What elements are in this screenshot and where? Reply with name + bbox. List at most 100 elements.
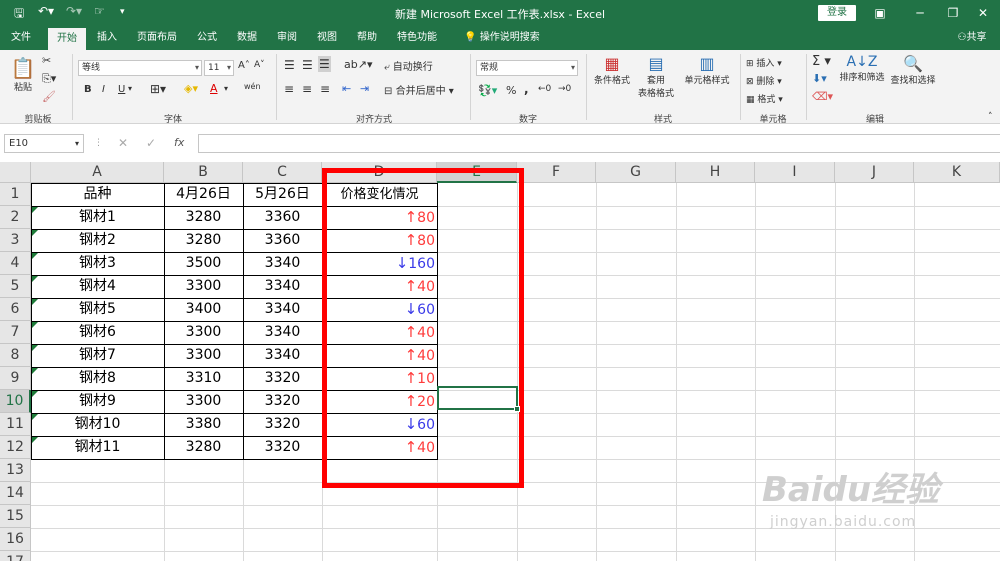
share-button[interactable]: ⚇共享 — [950, 26, 994, 50]
tab-review[interactable]: 审阅 — [270, 26, 304, 50]
increase-decimal-icon[interactable]: ←0 — [538, 84, 551, 94]
grow-font-button[interactable]: A˄ — [238, 60, 250, 71]
cell-apr26[interactable]: 3280 — [164, 229, 243, 252]
header-variety[interactable]: 品种 — [31, 183, 164, 206]
header-may26[interactable]: 5月26日 — [243, 183, 322, 206]
row-header-10[interactable]: 10 — [0, 390, 31, 413]
tab-insert[interactable]: 插入 — [90, 26, 124, 50]
row-header-16[interactable]: 16 — [0, 528, 31, 551]
login-button[interactable]: 登录 — [818, 5, 856, 21]
align-bottom-icon[interactable]: ☰ — [318, 56, 331, 72]
font-size-select[interactable]: 11 ▾ — [204, 60, 234, 76]
cut-icon[interactable]: ✂ — [42, 54, 51, 67]
underline-button[interactable]: U — [118, 84, 125, 95]
cell-apr26[interactable]: 3500 — [164, 252, 243, 275]
collapse-ribbon-icon[interactable]: ˄ — [988, 112, 993, 122]
font-color-button[interactable]: A — [210, 82, 218, 95]
font-name-select[interactable]: 等线 ▾ — [78, 60, 202, 76]
cell-apr26[interactable]: 3300 — [164, 321, 243, 344]
row-header-17[interactable]: 17 — [0, 551, 31, 561]
column-header-f[interactable]: F — [517, 162, 596, 183]
minimize-icon[interactable]: ─ — [905, 3, 935, 23]
cell-variety[interactable]: 钢材5 — [31, 298, 164, 321]
row-header-5[interactable]: 5 — [0, 275, 31, 298]
cell-variety[interactable]: 钢材6 — [31, 321, 164, 344]
formula-input[interactable] — [198, 134, 1000, 153]
cell-apr26[interactable]: 3300 — [164, 275, 243, 298]
restore-icon[interactable]: ❐ — [938, 3, 968, 23]
align-top-icon[interactable]: ☰ — [284, 58, 295, 72]
autosum-icon[interactable]: Σ ▾ — [812, 54, 831, 69]
row-header-11[interactable]: 11 — [0, 413, 31, 436]
column-header-h[interactable]: H — [676, 162, 755, 183]
row-header-15[interactable]: 15 — [0, 505, 31, 528]
column-header-g[interactable]: G — [596, 162, 676, 183]
column-header-i[interactable]: I — [755, 162, 835, 183]
customize-qa-icon[interactable]: ▾ — [120, 7, 125, 17]
save-icon[interactable]: 🖫 — [14, 4, 24, 25]
row-header-9[interactable]: 9 — [0, 367, 31, 390]
column-header-a[interactable]: A — [31, 162, 164, 183]
cell-may26[interactable]: 3340 — [243, 298, 322, 321]
cell-apr26[interactable]: 3380 — [164, 413, 243, 436]
ribbon-display-icon[interactable]: ▣ — [865, 3, 895, 23]
undo-icon[interactable]: ↶▾ — [38, 4, 54, 18]
row-header-13[interactable]: 13 — [0, 459, 31, 482]
delete-cells-button[interactable]: ⊠ 删除 ▾ — [746, 74, 782, 87]
row-header-3[interactable]: 3 — [0, 229, 31, 252]
comma-button[interactable]: , — [524, 82, 529, 96]
row-header-8[interactable]: 8 — [0, 344, 31, 367]
format-cells-button[interactable]: ▦ 格式 ▾ — [746, 92, 783, 105]
row-header-12[interactable]: 12 — [0, 436, 31, 459]
cell-may26[interactable]: 3320 — [243, 367, 322, 390]
phonetic-button[interactable]: wén — [244, 82, 261, 91]
borders-icon[interactable]: ⊞▾ — [150, 82, 166, 96]
row-header-4[interactable]: 4 — [0, 252, 31, 275]
tab-home[interactable]: 开始 — [48, 28, 86, 50]
cell-variety[interactable]: 钢材9 — [31, 390, 164, 413]
column-header-b[interactable]: B — [164, 162, 243, 183]
redo-icon[interactable]: ↷▾ — [66, 4, 82, 18]
row-header-2[interactable]: 2 — [0, 206, 31, 229]
cell-apr26[interactable]: 3280 — [164, 436, 243, 459]
cell-variety[interactable]: 钢材11 — [31, 436, 164, 459]
tab-formulas[interactable]: 公式 — [190, 26, 224, 50]
cell-may26[interactable]: 3360 — [243, 206, 322, 229]
cell-may26[interactable]: 3340 — [243, 344, 322, 367]
cell-variety[interactable]: 钢材2 — [31, 229, 164, 252]
row-header-6[interactable]: 6 — [0, 298, 31, 321]
chevron-down-icon[interactable]: ▾ — [224, 84, 228, 93]
find-select-button[interactable]: 🔍 查找和选择 — [888, 54, 938, 86]
selected-cell-e10[interactable] — [437, 386, 518, 410]
column-header-j[interactable]: J — [835, 162, 914, 183]
fill-handle[interactable] — [514, 406, 520, 412]
insert-cells-button[interactable]: ⊞ 插入 ▾ — [746, 56, 782, 69]
tab-data[interactable]: 数据 — [230, 26, 264, 50]
cell-apr26[interactable]: 3400 — [164, 298, 243, 321]
increase-indent-icon[interactable]: ⇥ — [360, 82, 369, 95]
format-as-table-button[interactable]: ▤ 套用 表格格式 — [634, 54, 678, 99]
tell-me-search[interactable]: 💡 操作说明搜索 — [452, 26, 552, 50]
currency-icon[interactable]: 💱▾ — [478, 84, 497, 97]
cell-variety[interactable]: 钢材4 — [31, 275, 164, 298]
cell-may26[interactable]: 3320 — [243, 413, 322, 436]
number-format-select[interactable]: 常规 ▾ — [476, 60, 578, 76]
fill-color-icon[interactable]: ◈▾ — [184, 82, 198, 95]
touch-mode-icon[interactable]: ☞ — [94, 4, 105, 18]
clear-icon[interactable]: ⌫▾ — [812, 90, 833, 103]
cell-variety[interactable]: 钢材10 — [31, 413, 164, 436]
paste-button[interactable]: 📋 粘贴 — [8, 56, 38, 93]
orientation-icon[interactable]: ab↗▾ — [344, 58, 372, 71]
cell-apr26[interactable]: 3300 — [164, 390, 243, 413]
conditional-format-button[interactable]: ▦ 条件格式 — [590, 54, 634, 86]
align-middle-icon[interactable]: ☰ — [302, 58, 313, 72]
italic-button[interactable]: I — [102, 84, 105, 95]
row-header-1[interactable]: 1 — [0, 183, 31, 206]
bold-button[interactable]: B — [84, 84, 92, 95]
copy-icon[interactable]: ⎘▾ — [42, 72, 56, 86]
cell-variety[interactable]: 钢材8 — [31, 367, 164, 390]
tab-view[interactable]: 视图 — [310, 26, 344, 50]
fill-icon[interactable]: ⬇▾ — [812, 72, 827, 85]
format-painter-icon[interactable]: 🖌 — [42, 90, 56, 103]
select-all-button[interactable] — [0, 162, 31, 183]
